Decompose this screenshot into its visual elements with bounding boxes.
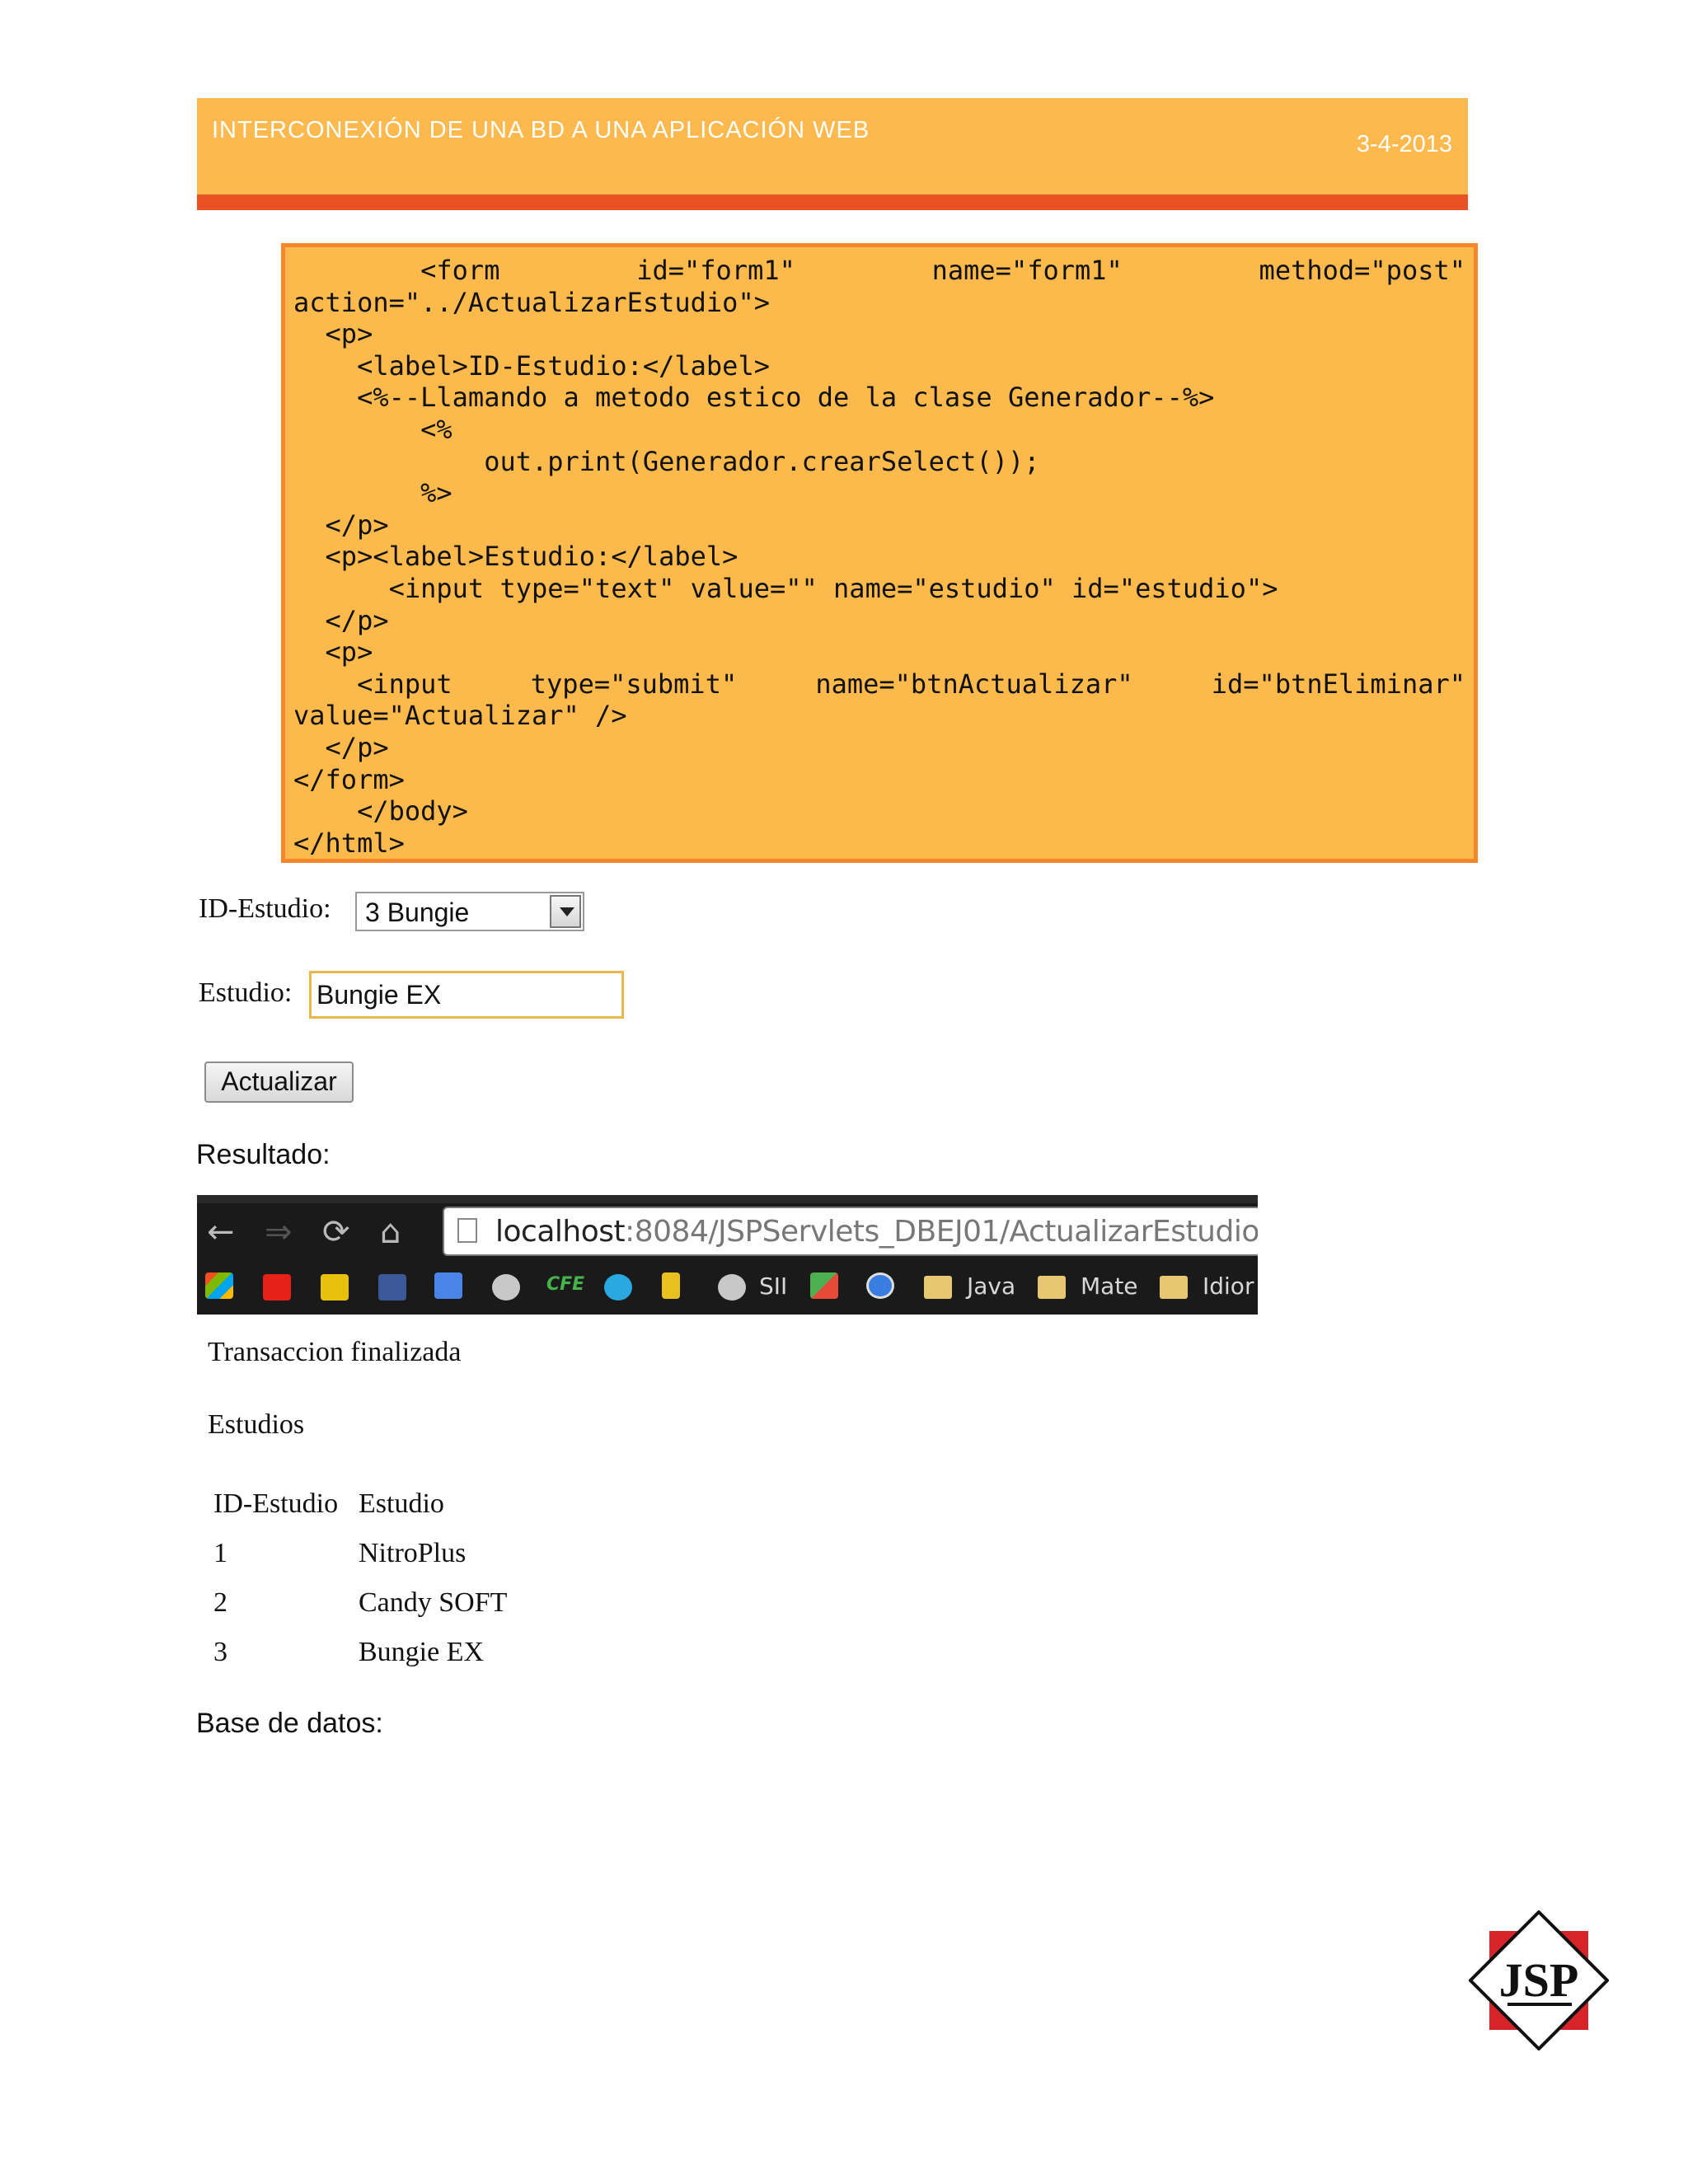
code-listing: <form id="form1" name="form1" method="post"… [293, 255, 1465, 859]
code-token: name="form1" [931, 255, 1123, 286]
code-line: <p> [293, 636, 373, 668]
browser-toolbar: ← ⇒ ⟳ ⌂ localhost:8084/JSPServlets_DBEJ0… [197, 1195, 1258, 1315]
code-line: </html> [293, 827, 405, 859]
twitter-bookmark-icon[interactable] [604, 1274, 632, 1301]
estudio-input[interactable]: Bungie EX [309, 971, 624, 1019]
gear-bookmark-icon[interactable] [718, 1274, 746, 1301]
jsp-logo-text: JSP [1499, 1953, 1579, 2007]
code-line: </p> [293, 604, 389, 636]
folder-icon [1160, 1276, 1188, 1299]
code-line: <input type="submit" name="btnActualizar" i… [293, 668, 1465, 701]
code-listing-box: <form id="form1" name="form1" method="post"… [281, 243, 1478, 863]
code-line: <%--Llamando a metodo estico de la clase… [293, 382, 1215, 414]
cfe-bookmark-icon[interactable]: CFE [546, 1274, 584, 1295]
header-accent-bar [197, 194, 1468, 210]
select-value: 3 Bungie [365, 898, 470, 927]
bookmark-java[interactable]: Java [967, 1272, 1015, 1300]
home-icon[interactable]: ⌂ [380, 1213, 401, 1251]
bookmark-sii[interactable]: SII [759, 1272, 787, 1300]
code-line: </body> [293, 795, 468, 827]
folder-icon [924, 1276, 952, 1299]
id-estudio-label: ID-Estudio: [199, 893, 331, 924]
youtube-bookmark-icon[interactable] [263, 1274, 291, 1301]
windows-bookmark-icon[interactable] [205, 1272, 233, 1299]
maps-bookmark-icon[interactable] [810, 1272, 838, 1299]
bookmark-mate[interactable]: Mate [1081, 1272, 1138, 1300]
warning-bookmark-icon[interactable] [662, 1272, 680, 1299]
url-host: localhost [495, 1215, 626, 1249]
header-band [197, 98, 1468, 194]
code-line: </p> [293, 509, 389, 541]
mc-bookmark-icon[interactable] [321, 1274, 349, 1301]
header-title: INTERCONEXIÓN DE UNA BD A UNA APLICACIÓN… [212, 117, 870, 143]
code-line: %> [293, 477, 452, 509]
url-path: :8084/JSPServlets_DBEJ01/ActualizarEstud… [625, 1215, 1258, 1249]
table-cell-id: 1 [213, 1538, 227, 1568]
code-token: method="post" [1259, 255, 1465, 286]
table-cell-estudio: NitroPlus [359, 1538, 467, 1568]
code-line: action="../ActualizarEstudio"> [293, 286, 770, 318]
address-bar[interactable]: localhost:8084/JSPServlets_DBEJ01/Actual… [443, 1207, 1258, 1256]
code-token: id="btnEliminar" [1211, 668, 1465, 700]
bookmark-idior[interactable]: Idior [1203, 1272, 1254, 1300]
table-header-id: ID-Estudio [213, 1488, 339, 1519]
code-token: <form [293, 255, 500, 286]
code-line: </p> [293, 731, 389, 763]
code-line: <p> [293, 318, 373, 350]
code-line: <form id="form1" name="form1" method="post" [293, 255, 1465, 287]
gear-bookmark-icon[interactable] [492, 1274, 520, 1301]
chevron-down-icon[interactable] [550, 895, 581, 928]
code-line: <% [293, 413, 452, 445]
facebook-bookmark-icon[interactable] [378, 1274, 406, 1301]
folder-icon [1038, 1276, 1066, 1299]
result-heading: Estudios [208, 1409, 305, 1440]
code-line: </form> [293, 763, 405, 795]
estudio-label: Estudio: [199, 977, 293, 1008]
page-icon [457, 1218, 477, 1243]
table-cell-id: 3 [213, 1637, 227, 1667]
code-line: <p><label>Estudio:</label> [293, 541, 738, 573]
jsp-logo: JSP [1469, 1910, 1609, 2050]
estudio-input-value: Bungie EX [316, 980, 442, 1010]
result-message: Transaccion finalizada [208, 1337, 462, 1367]
table-cell-estudio: Candy SOFT [359, 1587, 508, 1618]
resultado-label: Resultado: [196, 1139, 331, 1170]
code-token: id="form1" [636, 255, 795, 286]
header-date: 3-4-2013 [1356, 131, 1452, 157]
reload-icon[interactable]: ⟳ [322, 1213, 350, 1251]
back-icon[interactable]: ← [207, 1213, 235, 1251]
forward-icon[interactable]: ⇒ [265, 1213, 293, 1251]
base-de-datos-label: Base de datos: [196, 1708, 383, 1739]
code-line: <input type="text" value="" name="estudi… [293, 572, 1278, 604]
code-line: value="Actualizar" /> [293, 700, 627, 732]
table-cell-estudio: Bungie EX [359, 1637, 485, 1667]
code-line: out.print(Generador.crearSelect()); [293, 445, 1040, 477]
code-line: <label>ID-Estudio:</label> [293, 349, 770, 382]
code-token: name="btnActualizar" [815, 668, 1133, 700]
globe-bookmark-icon[interactable] [866, 1272, 894, 1299]
code-token: <input [293, 668, 452, 700]
code-token: type="submit" [530, 668, 738, 700]
actualizar-button[interactable]: Actualizar [204, 1062, 354, 1103]
id-estudio-select[interactable]: 3 Bungie [355, 892, 584, 931]
google-bookmark-icon[interactable] [434, 1272, 462, 1299]
table-cell-id: 2 [213, 1587, 227, 1618]
table-header-estudio: Estudio [359, 1488, 444, 1519]
